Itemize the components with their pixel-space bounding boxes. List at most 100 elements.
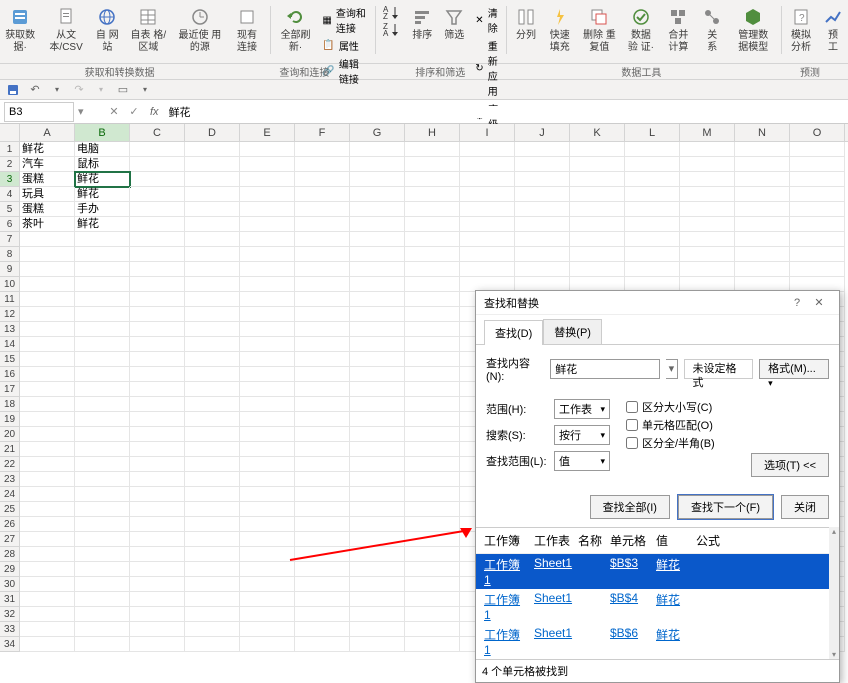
cell[interactable] (240, 262, 295, 277)
cell[interactable] (405, 262, 460, 277)
cell[interactable] (570, 247, 625, 262)
cell[interactable] (405, 142, 460, 157)
cell[interactable] (295, 202, 350, 217)
fx-icon[interactable]: fx (150, 106, 159, 118)
cell[interactable] (130, 592, 185, 607)
cell[interactable] (240, 412, 295, 427)
cell[interactable] (20, 412, 75, 427)
cell[interactable] (515, 247, 570, 262)
cell[interactable] (735, 157, 790, 172)
cell[interactable] (240, 277, 295, 292)
properties-button[interactable]: 📋属性 (318, 37, 370, 54)
cell[interactable] (735, 217, 790, 232)
undo-dropdown-icon[interactable]: ▾ (50, 83, 64, 97)
col-cell[interactable]: 单元格 (606, 530, 652, 551)
cell[interactable] (295, 157, 350, 172)
data-model-button[interactable]: 管理数 据模型 (729, 4, 777, 56)
cell[interactable] (185, 502, 240, 517)
cell[interactable] (240, 607, 295, 622)
cell[interactable] (350, 607, 405, 622)
row-header[interactable]: 31 (0, 592, 20, 607)
row-header[interactable]: 8 (0, 247, 20, 262)
cell[interactable] (295, 532, 350, 547)
cell[interactable] (735, 187, 790, 202)
cell[interactable] (240, 382, 295, 397)
column-header[interactable]: I (460, 124, 515, 141)
cell[interactable] (570, 187, 625, 202)
results-scrollbar[interactable]: ▴▾ (829, 527, 839, 659)
cell[interactable] (680, 202, 735, 217)
formula-input[interactable] (165, 106, 848, 118)
find-next-button[interactable]: 查找下一个(F) (678, 495, 773, 519)
cell[interactable] (515, 142, 570, 157)
cell[interactable] (185, 547, 240, 562)
cell[interactable] (295, 637, 350, 652)
cell[interactable] (130, 217, 185, 232)
what-if-button[interactable]: ?模拟分析 (786, 4, 816, 56)
cell[interactable] (20, 292, 75, 307)
cell[interactable] (75, 472, 130, 487)
cell[interactable] (185, 142, 240, 157)
cell[interactable] (460, 187, 515, 202)
cell[interactable] (350, 562, 405, 577)
cell[interactable] (20, 607, 75, 622)
cell[interactable] (570, 172, 625, 187)
cell[interactable] (75, 412, 130, 427)
cell[interactable] (130, 307, 185, 322)
cell[interactable] (185, 472, 240, 487)
cell[interactable] (75, 637, 130, 652)
cell[interactable] (20, 592, 75, 607)
cell[interactable] (75, 517, 130, 532)
cell[interactable] (130, 517, 185, 532)
cell[interactable] (295, 187, 350, 202)
row-header[interactable]: 1 (0, 142, 20, 157)
cell[interactable] (460, 142, 515, 157)
cell[interactable] (295, 457, 350, 472)
cell[interactable] (130, 457, 185, 472)
cell[interactable] (240, 142, 295, 157)
undo-icon[interactable]: ↶ (28, 83, 42, 97)
cell[interactable] (350, 277, 405, 292)
cell[interactable] (405, 622, 460, 637)
cell[interactable] (295, 427, 350, 442)
recent-sources-button[interactable]: 最近使 用的源 (174, 4, 226, 56)
cell[interactable] (20, 442, 75, 457)
cell[interactable] (130, 142, 185, 157)
cell[interactable] (625, 172, 680, 187)
column-header[interactable]: H (405, 124, 460, 141)
cell[interactable] (350, 577, 405, 592)
cell[interactable] (790, 187, 845, 202)
cell[interactable] (240, 232, 295, 247)
tab-find[interactable]: 查找(D) (484, 320, 543, 345)
cell[interactable] (350, 322, 405, 337)
cell[interactable] (735, 202, 790, 217)
relationships-button[interactable]: 关 系 (697, 4, 727, 56)
cell[interactable] (240, 202, 295, 217)
cell[interactable] (20, 262, 75, 277)
cell[interactable] (130, 232, 185, 247)
cell[interactable] (130, 382, 185, 397)
row-header[interactable]: 10 (0, 277, 20, 292)
cell[interactable] (405, 532, 460, 547)
cell[interactable] (130, 322, 185, 337)
cell[interactable] (20, 277, 75, 292)
get-data-button[interactable]: 获取数 据· (0, 4, 40, 56)
column-header[interactable]: J (515, 124, 570, 141)
cell[interactable] (240, 442, 295, 457)
cell[interactable] (350, 502, 405, 517)
column-header[interactable]: F (295, 124, 350, 141)
cell[interactable] (130, 442, 185, 457)
cell[interactable] (75, 427, 130, 442)
cell[interactable] (790, 217, 845, 232)
column-header[interactable]: O (790, 124, 845, 141)
cell[interactable] (295, 382, 350, 397)
cell[interactable] (185, 292, 240, 307)
cell[interactable] (20, 577, 75, 592)
cell[interactable] (185, 337, 240, 352)
existing-conn-button[interactable]: 现有 连接 (228, 4, 266, 56)
cell[interactable] (240, 592, 295, 607)
cell[interactable] (295, 307, 350, 322)
cell[interactable] (405, 187, 460, 202)
row-header[interactable]: 29 (0, 562, 20, 577)
cell[interactable] (625, 262, 680, 277)
